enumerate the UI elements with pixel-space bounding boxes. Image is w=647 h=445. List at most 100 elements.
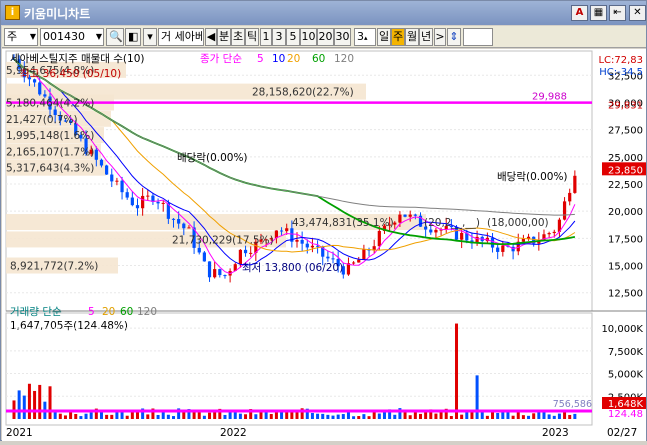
spinner-icon: ▴ — [364, 34, 368, 42]
interval-1[interactable]: 1 — [260, 28, 272, 46]
ma-period-label: 20 — [287, 53, 300, 65]
candle-body — [496, 247, 500, 252]
volume-profile-label: (20,2__,__) — [424, 217, 480, 229]
volume-bar — [58, 413, 62, 419]
code-input[interactable]: 001430 ▼ — [40, 28, 104, 46]
volume-bar — [336, 414, 340, 419]
candle-body — [310, 245, 315, 248]
volume-bar — [310, 412, 314, 419]
volume-ma-value: 756,586 — [553, 399, 592, 410]
volume-bar — [166, 414, 170, 419]
volume-bar — [22, 395, 26, 419]
volume-bar — [357, 416, 361, 419]
max-price-label: 최고 36,450 (05/10) — [20, 68, 121, 80]
candle-body — [177, 219, 181, 224]
chevron-down-icon: ▼ — [95, 32, 102, 41]
volume-bar — [172, 416, 176, 419]
tab-minute[interactable]: 분 — [217, 28, 231, 46]
volume-bar — [568, 414, 572, 419]
volume-profile-label: 21,427(0.7%) — [6, 114, 78, 126]
interval-20[interactable]: 20 — [317, 28, 334, 46]
volume-profile-label: 5,180,464(4.2%) — [6, 97, 94, 109]
volume-bar — [269, 413, 273, 419]
candle-body — [362, 249, 366, 260]
candle-body — [161, 202, 165, 204]
volume-bar — [208, 412, 212, 419]
x-axis-label: 02/27 — [607, 427, 637, 439]
volume-bar — [274, 412, 278, 419]
candle-body — [141, 195, 145, 209]
candle-body — [429, 229, 433, 233]
candle-body — [521, 238, 525, 242]
candle-body — [305, 243, 309, 248]
candle-body — [460, 232, 464, 240]
tab-second[interactable]: 초 — [231, 28, 245, 46]
volume-bar — [521, 415, 525, 419]
period-week[interactable]: 주 — [391, 28, 405, 46]
current-price2-label: 29,831 — [608, 100, 643, 111]
volume-bar — [110, 414, 114, 419]
chart-area[interactable]: 32,500 30,000 27,500 25,000 22,500 20,000 17,5… — [2, 49, 646, 441]
period-year[interactable]: 년 — [419, 28, 433, 46]
extra-input[interactable] — [463, 28, 493, 46]
lock-icon[interactable]: ◧ — [125, 28, 141, 46]
interval-30[interactable]: 30 — [334, 28, 351, 46]
interval-3[interactable]: 3 — [272, 28, 286, 46]
candle-body — [110, 174, 114, 182]
search-icon[interactable]: 🔍 — [106, 28, 124, 46]
dividend-label: 배당락(0.00%) — [497, 171, 568, 183]
chevron-down-icon: ▼ — [29, 32, 36, 41]
lc-label: LC:72,83 — [598, 55, 643, 66]
dividend-label: 배당락(0.00%) — [177, 152, 248, 164]
volume-bar — [449, 416, 453, 419]
period-count: 3 — [357, 30, 364, 43]
price-axis-label: 12,500 — [608, 289, 643, 300]
candle-body — [99, 159, 104, 166]
candle-body — [197, 247, 201, 253]
next-arrow-icon[interactable]: > — [434, 28, 446, 46]
candle-body — [357, 259, 361, 263]
prev-arrow-icon[interactable]: ◀ — [205, 28, 217, 46]
updown-icon[interactable]: ⇕ — [447, 28, 461, 46]
tab-tick[interactable]: 틱 — [245, 28, 259, 46]
volume-profile-label: 21,730,229(17.5%) — [172, 234, 274, 246]
volume-bar — [17, 390, 21, 419]
volume-bar — [485, 415, 489, 419]
period-count-input[interactable]: 3▴ — [354, 28, 376, 46]
hc-label: HC:-34.5 — [599, 67, 643, 78]
candle-body — [398, 214, 402, 223]
close-icon[interactable]: ✕ — [629, 5, 646, 21]
volume-bar — [496, 412, 500, 419]
volume-bar — [393, 414, 397, 419]
volume-ma-label: 5 — [88, 306, 95, 318]
font-a-icon[interactable]: A — [571, 5, 588, 21]
interval-5[interactable]: 5 — [286, 28, 300, 46]
candle-body — [568, 192, 572, 202]
chart-svg[interactable]: 32,50030,00027,50025,00022,50020,00017,5… — [2, 49, 646, 441]
toolbar: 주 ▼ 001430 ▼ 🔍 ◧ ▾ 거 세아베 ◀ 분 초 틱 1 3 5 10 … — [2, 26, 646, 48]
volume-bar — [527, 415, 531, 419]
candle-body — [300, 239, 304, 244]
volume-bar — [382, 411, 386, 419]
volume-bar — [455, 323, 459, 419]
candle-body — [125, 192, 129, 198]
menu-dropdown[interactable]: ▾ — [143, 28, 157, 46]
name-prefix: 거 — [161, 30, 172, 43]
candle-body — [38, 82, 42, 95]
grid-icon[interactable]: ▦ — [590, 5, 607, 21]
period-day[interactable]: 일 — [377, 28, 391, 46]
volume-bar — [321, 413, 325, 419]
candle-body — [182, 223, 186, 229]
period-month[interactable]: 월 — [405, 28, 419, 46]
stock-name-field[interactable]: 거 세아베 — [158, 28, 204, 46]
interval-10[interactable]: 10 — [300, 28, 317, 46]
volume-bar — [511, 415, 515, 419]
market-select[interactable]: 주 ▼ — [4, 28, 38, 46]
pin-icon[interactable]: ⇤ — [609, 5, 626, 21]
candle-body — [434, 229, 438, 233]
candle-body — [130, 197, 134, 206]
volume-bar — [460, 414, 464, 419]
candle-body — [171, 218, 176, 220]
price-axis-label: 25,000 — [608, 153, 643, 164]
candle-body — [146, 195, 150, 197]
